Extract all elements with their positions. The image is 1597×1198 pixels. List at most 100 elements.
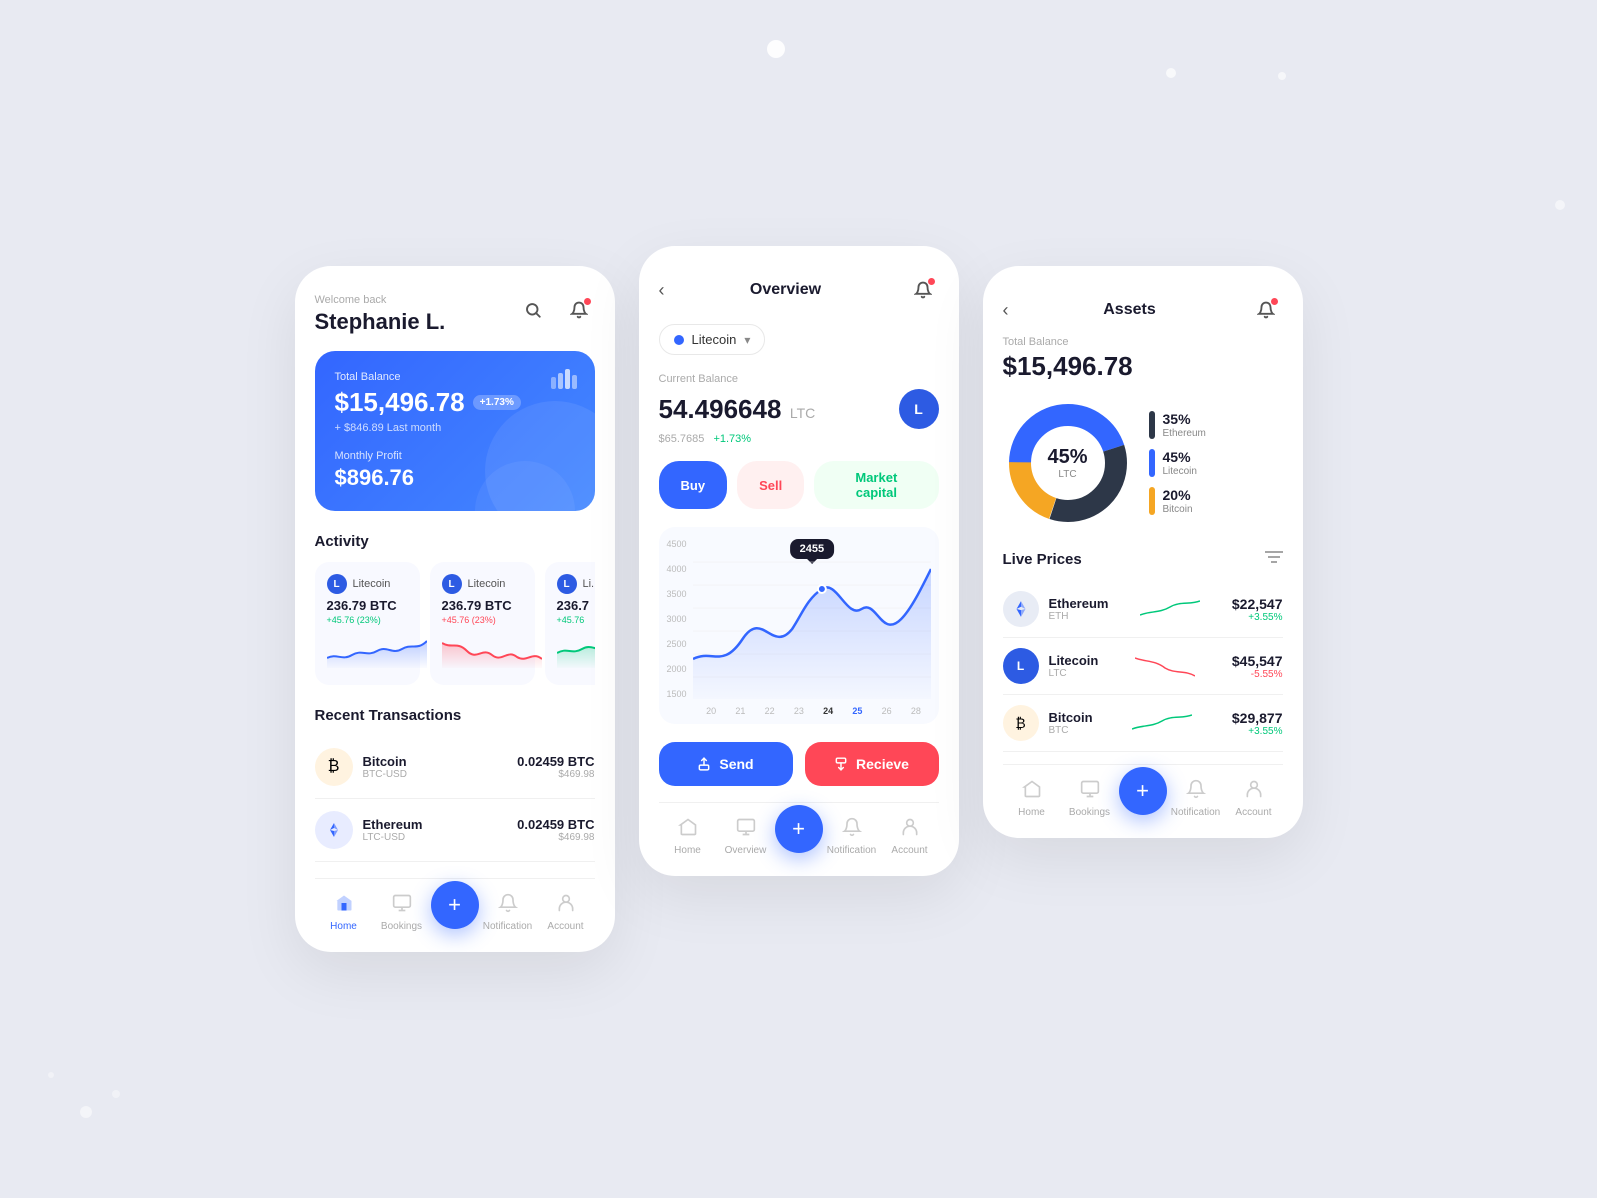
btc-price-value: $29,877 [1232,710,1283,726]
btc-price-change: +3.55% [1232,726,1283,737]
activity-card-1[interactable]: L Litecoin 236.79 BTC +45.76 (23%) [315,562,420,685]
btc-pct: 20% [1163,487,1193,503]
notification-badge [584,298,591,305]
activity-card-3[interactable]: L Li... 236.7 +45.76 [545,562,595,685]
transactions-section: Recent Transactions ₿ Bitcoin BTC-USD 0.… [315,707,595,862]
ltc-price-change: -5.55% [1232,669,1283,680]
nav-home[interactable]: Home [315,893,373,932]
act-change-3: +45.76 [557,615,595,625]
notification-button[interactable] [563,294,595,326]
nav-bookings[interactable]: Bookings [373,893,431,932]
nav-notification-2[interactable]: Notification [823,817,881,856]
p3-header: ‹ Assets [1003,294,1283,326]
transactions-title: Recent Transactions [315,707,595,724]
send-receive-buttons: Send Recieve [659,742,939,786]
p3-title: Assets [1103,301,1155,319]
donut-chart: 45% LTC [1003,398,1133,528]
tx-bitcoin-usd: $469.98 [517,769,594,780]
eth-price-sub: ETH [1049,611,1109,622]
bal-change: +1.73% [713,433,751,445]
legend-ltc: 45% Litecoin [1149,449,1283,477]
send-button[interactable]: Send [659,742,793,786]
fab-button-2[interactable]: + [775,805,823,853]
tx-item-bitcoin[interactable]: ₿ Bitcoin BTC-USD 0.02459 BTC $469.98 [315,736,595,799]
activity-title: Activity [315,533,595,550]
coin-name: Litecoin [692,332,737,347]
total-bal-amount: $15,496.78 [1003,351,1283,382]
tx-bitcoin-amount: 0.02459 BTC [517,754,594,769]
tx-bitcoin-name: Bitcoin [363,754,407,769]
nav-notification-label-3: Notification [1171,807,1220,818]
current-bal-amount: 54.496648 [659,394,782,424]
home-icon [334,893,354,918]
chart-area [693,539,931,704]
act-amount-2: 236.79 BTC [442,598,523,613]
price-item-eth[interactable]: Ethereum ETH $22,547 +3.55% [1003,581,1283,638]
nav-account-label-1: Account [547,921,583,932]
nav-account-3[interactable]: Account [1225,779,1283,818]
nav-home-label-2: Home [674,845,701,856]
notification-nav-icon-3 [1186,779,1206,804]
nav-account-2[interactable]: Account [881,817,939,856]
market-button[interactable]: Market capital [814,461,938,509]
nav-overview[interactable]: Overview [717,817,775,856]
fab-button-1[interactable]: + [431,881,479,929]
search-button[interactable] [517,294,549,326]
bal-usd: $65.7685 [659,433,705,445]
tx-item-ethereum[interactable]: Ethereum LTC-USD 0.02459 BTC $469.98 [315,799,595,862]
p2-notification-button[interactable] [907,274,939,306]
ltc-price-name: Litecoin [1049,653,1099,668]
nav-notification-3[interactable]: Notification [1167,779,1225,818]
buy-button[interactable]: Buy [659,461,728,509]
account-icon-1 [556,893,576,918]
activity-card-2[interactable]: L Litecoin 236.79 BTC +45.76 (23%) [430,562,535,685]
nav-bookings-3[interactable]: Bookings [1061,779,1119,818]
bottom-nav-3: Home Bookings + Notification Account [1003,764,1283,818]
nav-home-3[interactable]: Home [1003,779,1061,818]
nav-account-1[interactable]: Account [537,893,595,932]
p1-header: Welcome back Stephanie L. [315,294,595,335]
litecoin-icon-2: L [442,574,462,594]
p3-notification-button[interactable] [1250,294,1282,326]
price-item-btc[interactable]: ₿ Bitcoin BTC $29,877 +3.55% [1003,695,1283,752]
receive-label: Recieve [856,756,909,772]
receive-button[interactable]: Recieve [805,742,939,786]
p2-header: ‹ Overview [659,274,939,306]
nav-account-label-3: Account [1235,807,1271,818]
nav-bookings-label-3: Bookings [1069,807,1110,818]
nav-account-label-2: Account [891,845,927,856]
coin-selector[interactable]: Litecoin ▾ [659,324,766,355]
p3-back-button[interactable]: ‹ [1003,300,1009,321]
nav-home-2[interactable]: Home [659,817,717,856]
p2-title: Overview [750,281,821,299]
balance-card: Total Balance $15,496.78 +1.73% + $846.8… [315,351,595,511]
act-coin-name-3: Li... [583,578,595,590]
btc-price-sub: BTC [1049,725,1093,736]
sell-button[interactable]: Sell [737,461,804,509]
price-item-ltc[interactable]: L Litecoin LTC $45,547 -5.55% [1003,638,1283,695]
phones-container: Welcome back Stephanie L. [295,246,1303,952]
eth-legend-bar [1149,411,1155,439]
bookings-icon-3 [1080,779,1100,804]
fab-button-3[interactable]: + [1119,767,1167,815]
donut-center: 45% LTC [1047,446,1087,480]
legend-btc: 20% Bitcoin [1149,487,1283,515]
phone-1: Welcome back Stephanie L. [295,266,615,952]
current-bal-row: 54.496648 LTC L [659,389,939,429]
p3-notif-badge [1271,298,1278,305]
nav-bookings-label: Bookings [381,921,422,932]
overview-icon [736,817,756,842]
donut-section: 45% LTC 35% Ethereum 45% Litecoin [1003,398,1283,528]
live-prices-title: Live Prices [1003,551,1082,568]
filter-icon[interactable] [1265,550,1283,569]
btc-legend-bar [1149,487,1155,515]
ltc-coin: Litecoin [1163,466,1197,477]
donut-pct: 45% [1047,446,1087,469]
p2-back-button[interactable]: ‹ [659,280,665,301]
home-icon-2 [678,817,698,842]
bottom-nav-1: Home Bookings + Notification Account [315,878,595,932]
litecoin-icon-3: L [557,574,577,594]
bal-sub: $65.7685 +1.73% [659,433,939,445]
coin-dot [674,335,684,345]
nav-notification[interactable]: Notification [479,893,537,932]
